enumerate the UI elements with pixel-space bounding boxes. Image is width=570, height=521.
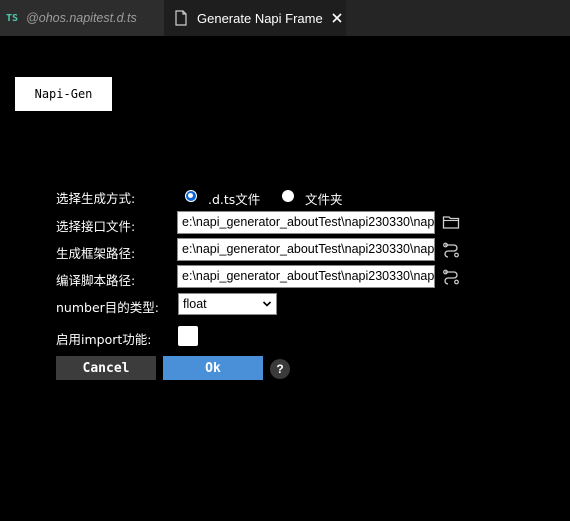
- tab-napitest-dts[interactable]: TS @ohos.napitest.d.ts: [0, 0, 164, 36]
- mode-label: 选择生成方式:: [56, 191, 136, 206]
- framework-path-input[interactable]: e:\napi_generator_aboutTest\napi230330\n…: [177, 238, 435, 261]
- folder-icon[interactable]: [442, 213, 460, 231]
- napi-gen-button[interactable]: Napi-Gen: [15, 77, 112, 111]
- import-label: 启用import功能:: [56, 332, 152, 347]
- number-type-label: number目的类型:: [56, 300, 159, 315]
- tab-title: @ohos.napitest.d.ts: [26, 11, 137, 25]
- number-type-value: float: [183, 297, 207, 311]
- editor-tab-bar: TS @ohos.napitest.d.ts Generate Napi Fra…: [0, 0, 570, 36]
- ok-button[interactable]: Ok: [163, 356, 263, 380]
- import-checkbox[interactable]: [178, 326, 198, 346]
- help-icon[interactable]: ?: [270, 359, 290, 379]
- framework-path-label: 生成框架路径:: [56, 246, 136, 261]
- number-type-select[interactable]: float: [178, 293, 277, 315]
- interface-file-input[interactable]: e:\napi_generator_aboutTest\napi230330\n…: [177, 211, 435, 234]
- radio-folder-label: 文件夹: [305, 192, 343, 207]
- chevron-down-icon: [262, 301, 272, 307]
- path-select-icon[interactable]: [442, 267, 460, 285]
- typescript-file-icon: TS: [6, 12, 19, 24]
- radio-dts-file[interactable]: [185, 190, 197, 202]
- script-path-label: 编译脚本路径:: [56, 273, 136, 288]
- tab-title: Generate Napi Frame: [197, 10, 323, 26]
- interface-file-label: 选择接口文件:: [56, 219, 136, 234]
- path-select-icon[interactable]: [442, 240, 460, 258]
- tab-generate-napi-frame[interactable]: Generate Napi Frame: [164, 0, 346, 36]
- file-icon: [175, 10, 187, 26]
- script-path-input[interactable]: e:\napi_generator_aboutTest\napi230330\n…: [177, 265, 435, 288]
- radio-dts-file-label: .d.ts文件: [208, 192, 261, 207]
- cancel-button[interactable]: Cancel: [56, 356, 156, 380]
- radio-folder[interactable]: [282, 190, 294, 202]
- close-icon[interactable]: [331, 12, 343, 24]
